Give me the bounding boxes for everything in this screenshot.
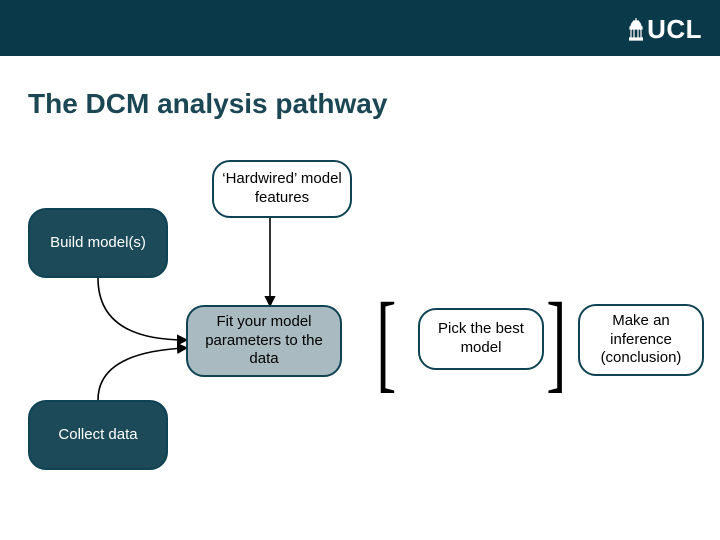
dome-icon [629, 18, 643, 42]
node-fit-parameters: Fit your model parameters to the data [186, 305, 342, 377]
header-bar: UCL [0, 0, 720, 56]
slide-title: The DCM analysis pathway [28, 88, 387, 120]
node-pick-best-model: Pick the best model [418, 308, 544, 370]
logo-text: UCL [647, 14, 702, 45]
node-build-models: Build model(s) [28, 208, 168, 278]
ucl-logo: UCL [629, 14, 702, 45]
bracket-right: ] [546, 286, 566, 396]
node-make-inference: Make an inference (conclusion) [578, 304, 704, 376]
bracket-left: [ [376, 286, 396, 396]
node-collect-data: Collect data [28, 400, 168, 470]
node-hardwired-features: ‘Hardwired’ model features [212, 160, 352, 218]
